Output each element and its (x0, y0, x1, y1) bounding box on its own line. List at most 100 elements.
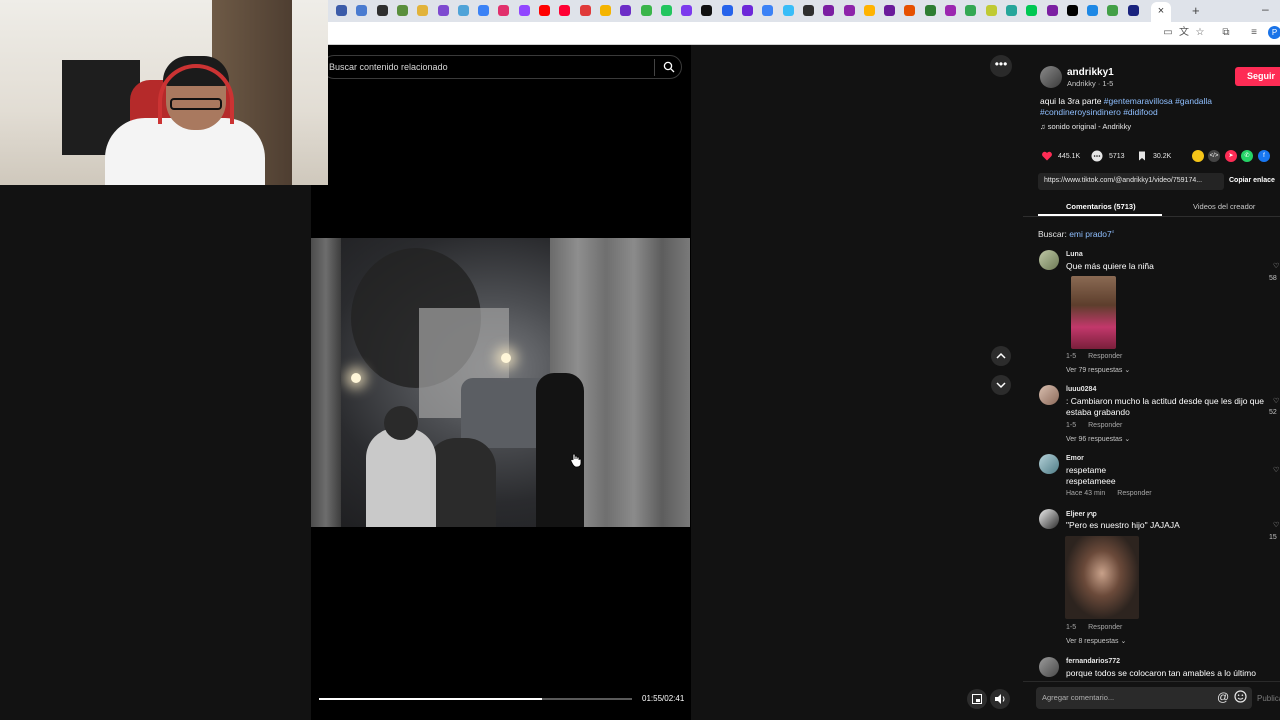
follow-button[interactable]: Seguir (1235, 67, 1280, 86)
browser-tab-favicon[interactable] (437, 5, 449, 16)
emoji-icon[interactable] (1234, 690, 1247, 703)
browser-tab-favicon[interactable] (924, 5, 936, 16)
previous-video-button[interactable] (991, 346, 1011, 366)
reply-button[interactable]: Responder (1088, 422, 1122, 429)
browser-tab-favicon[interactable] (660, 5, 672, 16)
post-comment-button[interactable]: Publicar (1257, 694, 1280, 703)
view-replies-button[interactable]: Ver 96 respuestas ⌄ (1066, 435, 1130, 443)
related-search-input[interactable]: Buscar contenido relacionado (322, 55, 682, 79)
browser-tab-favicon[interactable] (965, 5, 977, 16)
search-suggestion[interactable]: Buscar: emi prado7⌕ (1038, 229, 1115, 239)
browser-tab-favicon[interactable] (1087, 5, 1099, 16)
share-link-field[interactable]: https://www.tiktok.com/@andrikky1/video/… (1038, 173, 1224, 190)
active-tab-close-button[interactable]: × (1151, 2, 1171, 22)
browser-tab-favicon[interactable] (904, 5, 916, 16)
browser-tab-favicon[interactable] (701, 5, 713, 16)
extensions-icon[interactable]: ⧉ (1220, 27, 1232, 39)
comment-sticker-image[interactable] (1065, 536, 1139, 619)
browser-tab-favicon[interactable] (417, 5, 429, 16)
commenter-name[interactable]: fernandarios772 (1066, 658, 1120, 665)
comment-like-icon[interactable]: ♡ (1273, 466, 1280, 474)
commenter-name[interactable]: Emor (1066, 455, 1084, 462)
browser-tab-favicon[interactable] (498, 5, 510, 16)
commenter-avatar[interactable] (1039, 509, 1059, 529)
browser-tab-favicon[interactable] (884, 5, 896, 16)
comment-like-icon[interactable]: ♡ (1273, 397, 1280, 405)
browser-tab-favicon[interactable] (782, 5, 794, 16)
browser-tab-favicon[interactable] (1005, 5, 1017, 16)
hashtag-link[interactable]: #gentemaravillosa (1104, 96, 1173, 106)
browser-tab-favicon[interactable] (863, 5, 875, 16)
video-progress-bar[interactable] (319, 698, 632, 700)
next-video-button[interactable] (991, 375, 1011, 395)
browser-tab-favicon[interactable] (742, 5, 753, 16)
browser-tab-favicon[interactable] (843, 5, 855, 16)
commenter-name[interactable]: Eljeer ꝩꝕ (1066, 510, 1097, 519)
browser-tab-favicon[interactable] (721, 5, 733, 16)
browser-tab-favicon[interactable] (539, 5, 550, 16)
coin-icon[interactable] (1192, 150, 1204, 162)
browser-tab-favicon[interactable] (985, 5, 997, 16)
browser-tab-favicon[interactable] (396, 5, 408, 16)
like-icon[interactable] (1041, 150, 1053, 162)
commenter-avatar[interactable] (1039, 657, 1059, 677)
hashtag-link[interactable]: #condineroysindinero (1040, 107, 1121, 117)
creator-username[interactable]: andrikky1 (1067, 67, 1114, 78)
hashtag-link[interactable]: #gandalla (1175, 96, 1212, 106)
browser-tab-favicon[interactable] (1066, 5, 1078, 16)
browser-tab-favicon[interactable] (579, 5, 591, 16)
floating-player-button[interactable] (967, 689, 987, 709)
view-replies-button[interactable]: Ver 8 respuestas ⌄ (1066, 637, 1126, 645)
sound-link[interactable]: ♫ sonido original - Andrikky (1040, 122, 1131, 131)
reply-button[interactable]: Responder (1088, 353, 1122, 360)
whatsapp-icon[interactable]: ✆ (1241, 150, 1253, 162)
comment-sticker-image[interactable] (1071, 276, 1116, 349)
mention-icon[interactable]: @ (1217, 690, 1229, 704)
search-icon[interactable] (663, 61, 675, 73)
browser-tab-favicon[interactable] (802, 5, 814, 16)
browser-tab-favicon[interactable] (356, 5, 368, 16)
profile-avatar[interactable]: P (1268, 26, 1280, 39)
browser-tab-favicon[interactable] (457, 5, 469, 16)
bookmark-icon[interactable] (1136, 150, 1148, 162)
install-icon[interactable]: ▭ (1162, 27, 1174, 39)
comment-like-icon[interactable]: ♡ (1273, 262, 1280, 270)
comment-like-icon[interactable]: ♡ (1273, 521, 1280, 529)
browser-tab-favicon[interactable] (640, 5, 652, 16)
reply-button[interactable]: Responder (1088, 624, 1122, 631)
commenter-avatar[interactable] (1039, 385, 1059, 405)
browser-tab-favicon[interactable] (945, 5, 956, 16)
browser-tab-favicon[interactable] (681, 5, 693, 16)
browser-tab-favicon[interactable] (620, 5, 632, 16)
browser-tab-favicon[interactable] (823, 5, 835, 16)
commenter-name[interactable]: luuu0284 (1066, 386, 1096, 393)
creator-avatar[interactable] (1040, 66, 1062, 88)
browser-tab-favicon[interactable] (336, 5, 347, 16)
search-suggestion-query[interactable]: emi prado7 (1069, 229, 1112, 239)
commenter-avatar[interactable] (1039, 250, 1059, 270)
browser-tab-favicon[interactable] (599, 5, 611, 16)
browser-tab-favicon[interactable] (1046, 5, 1058, 16)
browser-tab-favicon[interactable] (559, 5, 571, 16)
browser-tab-favicon[interactable] (478, 5, 490, 16)
video-frame[interactable] (311, 238, 690, 527)
tab-creator-videos[interactable]: Videos del creador (1193, 202, 1255, 211)
browser-tab-favicon[interactable] (762, 5, 774, 16)
hashtag-link[interactable]: #didifood (1123, 107, 1158, 117)
view-replies-button[interactable]: Ver 79 respuestas ⌄ (1066, 366, 1130, 374)
volume-button[interactable] (990, 689, 1010, 709)
facebook-icon[interactable]: f (1258, 150, 1270, 162)
commenter-name[interactable]: Luna (1066, 251, 1083, 258)
browser-tab-favicon[interactable] (1026, 5, 1038, 16)
more-options-button[interactable]: ••• (990, 55, 1012, 77)
copy-link-button[interactable]: Copiar enlace (1229, 177, 1275, 184)
minimize-button[interactable]: – (1262, 2, 1269, 16)
browser-tab-favicon[interactable] (1127, 5, 1139, 16)
comment-icon[interactable] (1091, 150, 1103, 162)
new-tab-button[interactable]: + (1192, 3, 1200, 18)
send-icon[interactable]: ➤ (1225, 150, 1237, 162)
commenter-avatar[interactable] (1039, 454, 1059, 474)
embed-icon[interactable]: </> (1208, 150, 1220, 162)
reply-button[interactable]: Responder (1117, 490, 1151, 497)
browser-tab-favicon[interactable] (1107, 5, 1119, 16)
